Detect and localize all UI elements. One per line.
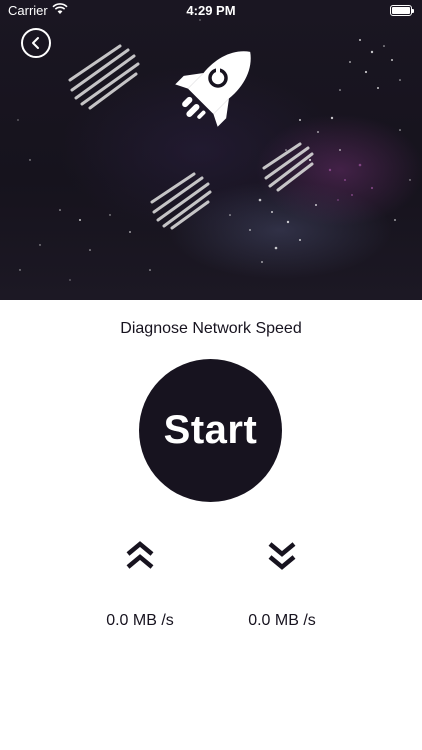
hero-banner: Carrier 4:29 PM: [0, 0, 422, 300]
back-button[interactable]: [21, 28, 51, 58]
chevron-left-icon: [32, 37, 39, 49]
status-bar: Carrier 4:29 PM: [0, 0, 422, 22]
double-chevron-up-icon: [126, 541, 154, 569]
page-title: Diagnose Network Speed: [120, 320, 302, 337]
meteor-streak-center: [150, 172, 212, 230]
download-speed-value: 0.0 MB /s: [248, 612, 316, 629]
start-button[interactable]: Start: [139, 359, 282, 502]
rocket-icon: [175, 51, 251, 127]
battery-icon: [390, 5, 414, 16]
meteor-streak-top-left: [68, 44, 140, 110]
start-button-label: Start: [163, 408, 258, 452]
double-chevron-down-icon: [268, 542, 296, 570]
upload-speed-value: 0.0 MB /s: [106, 612, 174, 629]
status-time: 4:29 PM: [186, 3, 236, 18]
meteor-streak-right: [262, 142, 314, 192]
